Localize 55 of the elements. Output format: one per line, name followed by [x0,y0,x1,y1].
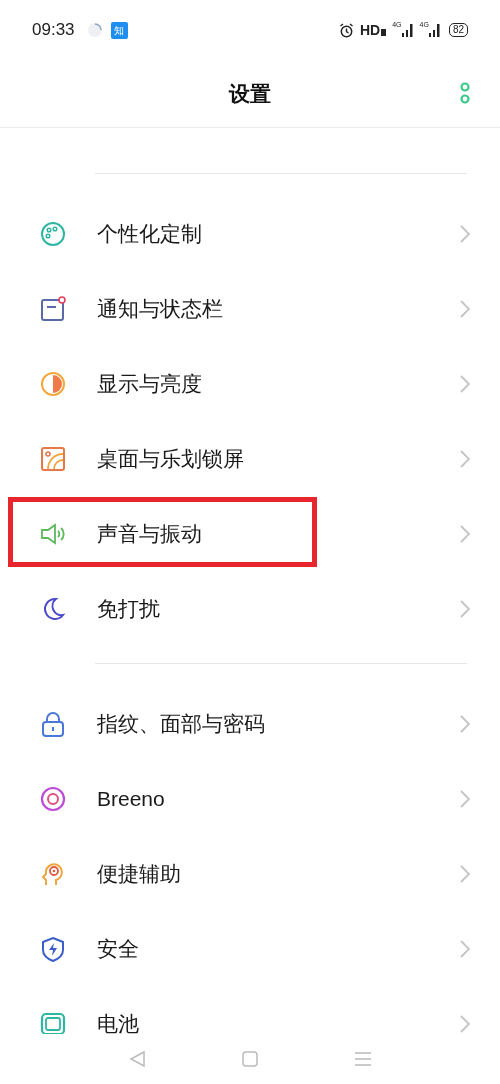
settings-row[interactable]: 免打扰 [0,571,500,646]
settings-row[interactable]: 安全 [0,911,500,986]
row-label: 指纹、面部与密码 [97,710,266,737]
status-time: 09:33 [32,19,75,42]
settings-row[interactable]: 桌面与乐划锁屏 [0,421,500,496]
loading-icon [86,22,103,38]
settings-row[interactable]: 通知与状态栏 [0,271,500,346]
row-label: 个性化定制 [97,220,203,247]
shield-icon [40,935,66,962]
chevron-icon [460,374,470,393]
row-label: 声音与振动 [97,520,203,547]
settings-row[interactable]: Breeno [0,761,500,836]
row-label: 桌面与乐划锁屏 [97,445,245,472]
row-label: 免打扰 [97,595,161,622]
row-label: 显示与亮度 [97,370,203,397]
signal-icon [401,23,414,37]
row-label: 便捷辅助 [97,860,182,887]
chevron-icon [460,1014,470,1033]
row-label: 安全 [97,935,140,962]
battery-icon [40,1010,66,1037]
settings-row[interactable]: 声音与振动 [0,496,500,571]
settings-row[interactable]: 便捷辅助 [0,836,500,911]
more-options-icon[interactable] [460,82,470,106]
alarm-icon [338,22,354,38]
row-label: Breeno [97,785,166,812]
lock-icon [40,710,66,737]
hd-label: HD [359,20,381,40]
menu-icon[interactable] [354,1051,372,1067]
chevron-icon [460,789,470,808]
volte-icon [381,29,387,36]
settings-row[interactable]: 指纹、面部与密码 [0,686,500,761]
settings-row[interactable]: 个性化定制 [0,196,500,271]
ring-icon [40,785,66,812]
chevron-icon [460,599,470,618]
signal-icon [428,23,441,37]
back-icon[interactable] [128,1050,146,1068]
notification-panel-icon [40,295,66,322]
page-title: 设置 [229,80,271,107]
row-label: 电池 [97,1010,140,1037]
chevron-icon [460,714,470,733]
home-icon[interactable] [242,1051,258,1067]
chevron-icon [460,224,470,243]
chevron-icon [460,299,470,318]
battery-indicator: 82 [448,23,468,37]
palette-icon [40,220,66,247]
chevron-icon [460,449,470,468]
chevron-icon [460,939,470,958]
head-icon [40,860,66,887]
brightness-icon [40,370,66,397]
app-badge: 知 [110,21,128,39]
chevron-icon [460,864,470,883]
settings-row[interactable]: 显示与亮度 [0,346,500,421]
wallpaper-icon [40,445,66,472]
chevron-icon [460,524,470,543]
row-label: 通知与状态栏 [97,295,224,322]
